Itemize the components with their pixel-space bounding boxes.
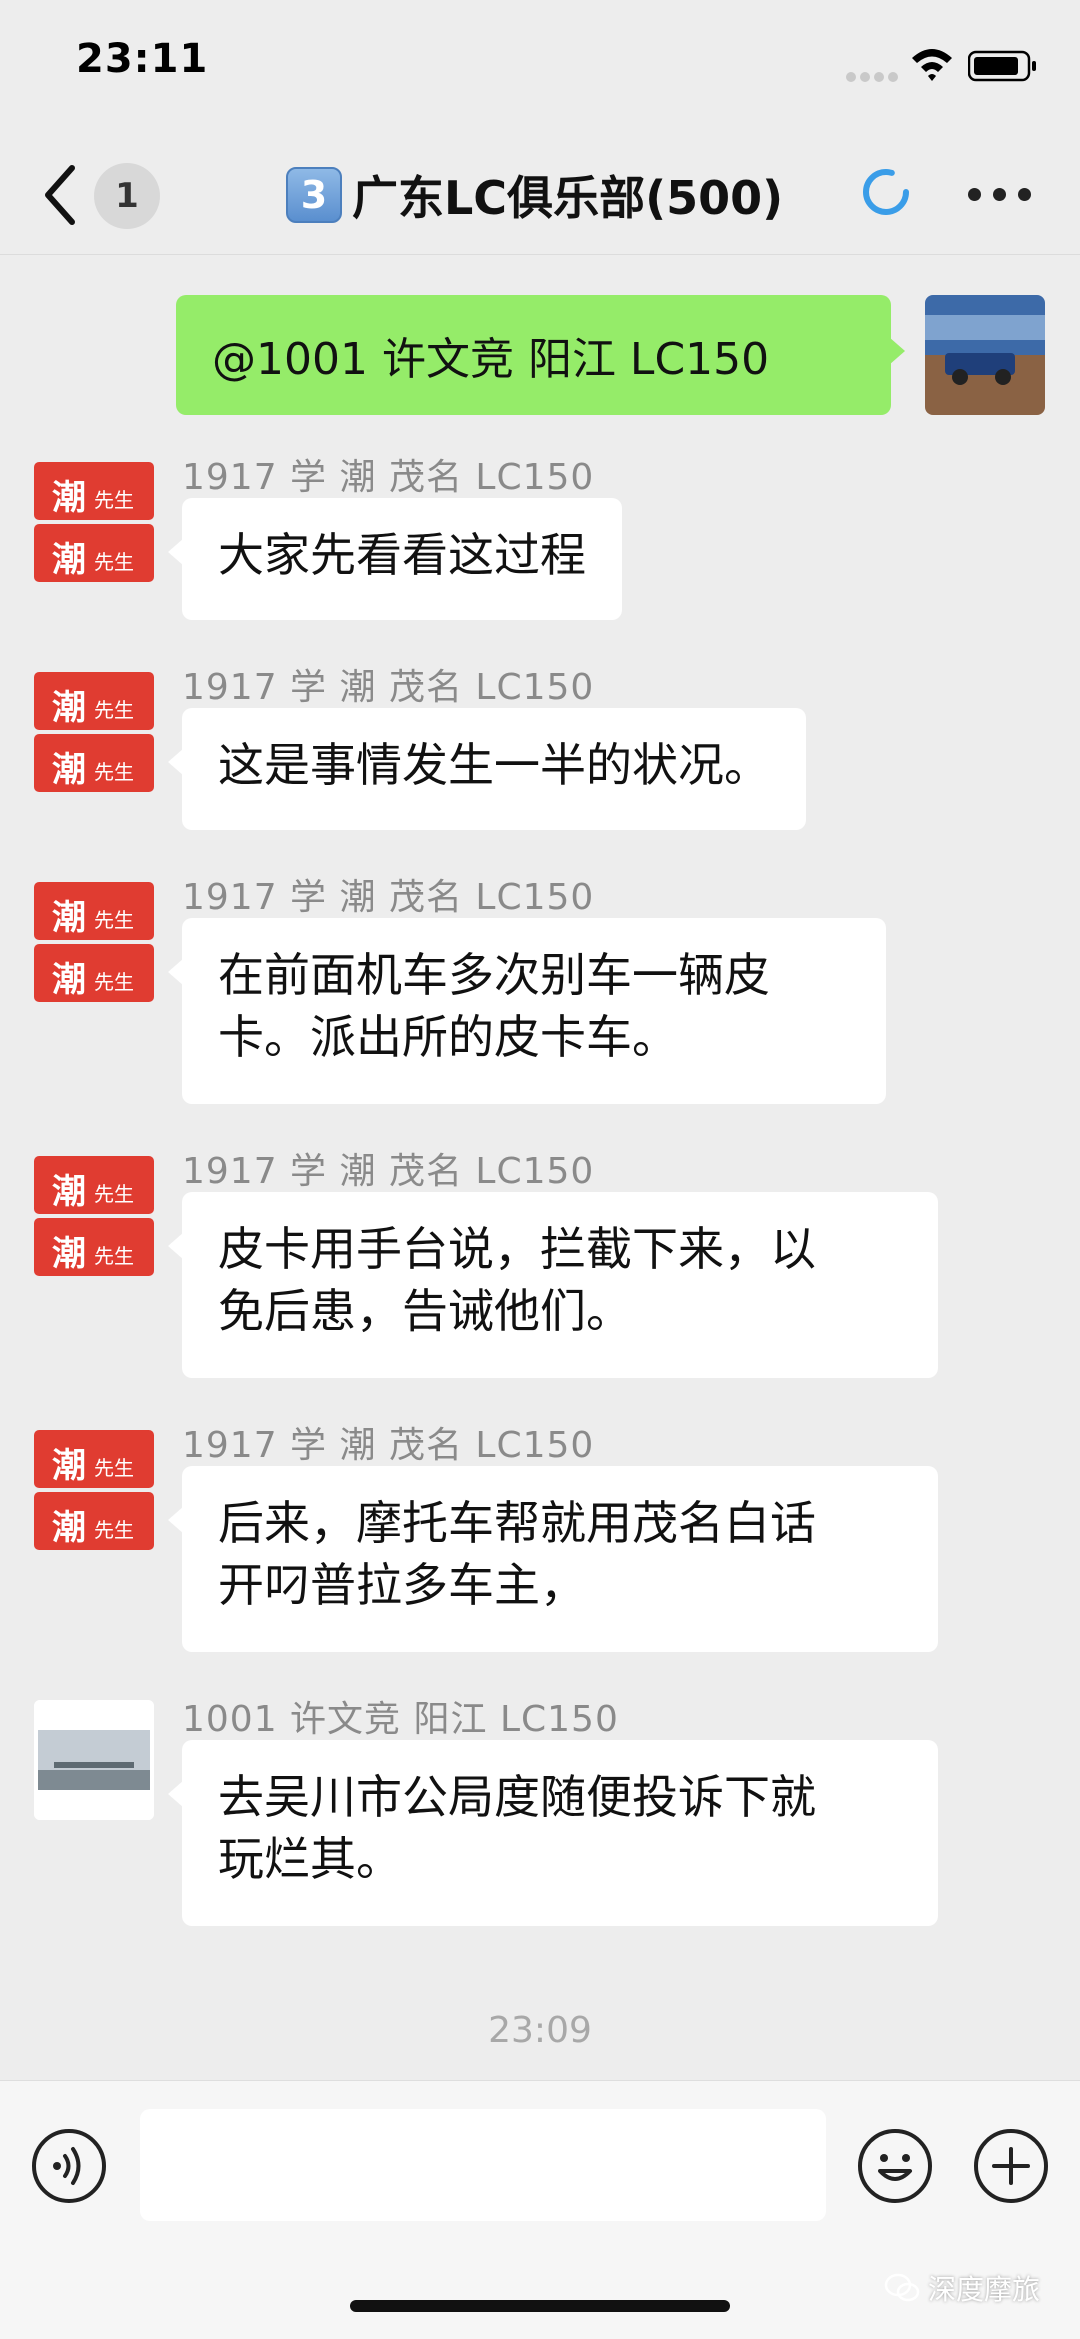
back-icon[interactable] (36, 160, 86, 230)
outgoing-bubble[interactable]: @1001 许文竞 阳江 LC150 (176, 295, 905, 415)
time-divider: 23:09 (488, 2010, 592, 2051)
plus-icon[interactable] (972, 2127, 1050, 2205)
home-indicator[interactable] (350, 2300, 730, 2312)
avatar[interactable] (34, 1700, 154, 1825)
nav-bar: 1 3 广东LC俱乐部(500) (0, 130, 1080, 255)
message-bubble[interactable]: 皮卡用手台说，拦截下来，以 免后患，告诫他们。 (168, 1192, 938, 1378)
emoji-icon[interactable] (856, 2127, 934, 2205)
avatar[interactable]: 潮先生 潮先生 (34, 458, 154, 583)
signal-icon (846, 72, 900, 82)
battery-icon (968, 50, 1036, 82)
group-number-badge: 3 (286, 167, 342, 223)
message-bubble[interactable]: 大家先看看这过程 (168, 498, 622, 620)
wifi-icon (912, 49, 952, 81)
more-icon[interactable] (968, 188, 1032, 202)
avatar[interactable]: 潮先生 潮先生 (34, 878, 154, 1003)
message-bubble[interactable]: 这是事情发生一半的状况。 (168, 708, 806, 830)
watermark-text: 深度摩旅 (928, 2273, 1041, 2306)
watermark: 深度摩旅 (884, 2268, 1040, 2308)
message-bubble[interactable]: 后来，摩托车帮就用茂名白话 开叼普拉多车主， (168, 1466, 938, 1652)
chat-title: 3 广东LC俱乐部(500) (286, 160, 783, 230)
sender-name: 1917 学 潮 茂名 LC150 (182, 877, 595, 918)
avatar[interactable]: 潮先生 潮先生 (34, 1426, 154, 1551)
sender-name: 1917 学 潮 茂名 LC150 (182, 1151, 595, 1192)
status-time: 23:11 (76, 36, 209, 82)
avatar[interactable]: 潮先生 潮先生 (34, 668, 154, 793)
sync-icon (863, 169, 909, 215)
voice-icon[interactable] (30, 2127, 108, 2205)
message-bubble[interactable]: 去吴川市公局度随便投诉下就 玩烂其。 (168, 1740, 938, 1926)
sender-name: 1917 学 潮 茂名 LC150 (182, 1425, 595, 1466)
sender-name: 1917 学 潮 茂名 LC150 (182, 457, 595, 498)
wechat-icon (884, 2273, 920, 2302)
status-bar: 23:11 (0, 0, 1080, 130)
my-avatar[interactable] (925, 295, 1045, 415)
sender-name: 1001 许文竞 阳江 LC150 (182, 1699, 619, 1740)
sender-name: 1917 学 潮 茂名 LC150 (182, 667, 595, 708)
page-title: 广东LC俱乐部(500) (352, 171, 784, 225)
unread-badge[interactable]: 1 (94, 163, 160, 229)
avatar[interactable]: 潮先生 潮先生 (34, 1152, 154, 1277)
outgoing-message: @1001 许文竞 阳江 LC150 (176, 295, 905, 415)
message-input[interactable] (140, 2109, 826, 2221)
message-bubble[interactable]: 在前面机车多次别车一辆皮 卡。派出所的皮卡车。 (168, 918, 886, 1104)
